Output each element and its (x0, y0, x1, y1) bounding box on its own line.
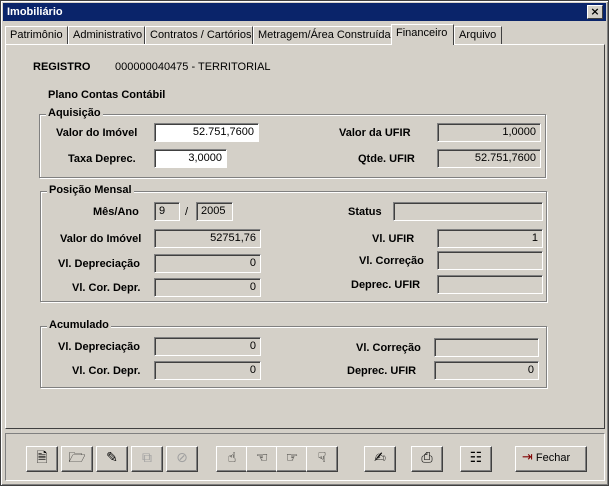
taxa-deprec-field[interactable]: 3,0000 (154, 149, 227, 168)
mes-field: 9 (154, 202, 180, 221)
fechar-button[interactable]: ⇥ Fechar (515, 446, 587, 472)
notes-button[interactable]: ✍ (364, 446, 396, 472)
posicao-valor-imovel-label: Valor do Imóvel (60, 233, 142, 245)
posicao-valor-imovel-field: 52751,76 (154, 229, 261, 248)
acumulado-vl-correcao-field (434, 338, 539, 357)
mes-ano-separator: / (185, 206, 189, 218)
tab-metragem-area[interactable]: Metragem/Área Construída (253, 26, 392, 44)
new-document-icon: 🗎 (36, 450, 48, 466)
edit-icon: ✎ (106, 450, 118, 466)
open-folder-icon: 🗁 (68, 450, 86, 466)
posicao-vl-depreciacao-field: 0 (154, 254, 261, 273)
posicao-vl-correcao-field (437, 251, 543, 270)
posicao-vl-depreciacao-label: Vl. Depreciação (58, 258, 140, 270)
imobiliario-window: Imobiliário × Patrimônio Administrativo … (0, 0, 609, 486)
close-icon: × (590, 5, 600, 18)
tab-administrativo[interactable]: Administrativo (68, 26, 145, 44)
notes-icon: ✍ (374, 450, 386, 466)
vl-ufir-field: 1 (437, 229, 543, 248)
registro-label: REGISTRO (33, 61, 91, 73)
exit-door-icon: ⇥ (522, 450, 533, 465)
qtde-ufir-field: 52.751,7600 (437, 149, 541, 168)
valor-ufir-label: Valor da UFIR (339, 127, 411, 139)
last-record-button[interactable]: ☟ (306, 446, 338, 472)
acumulado-group: Acumulado Vl. Depreciação 0 Vl. Correção… (40, 319, 547, 388)
aquisicao-valor-imovel-field[interactable]: 52.751,7600 (154, 123, 259, 142)
acumulado-vl-depreciacao-label: Vl. Depreciação (58, 341, 140, 353)
delete-button[interactable]: ⊘ (166, 446, 198, 472)
posicao-vl-correcao-label: Vl. Correção (359, 255, 424, 267)
taxa-deprec-label: Taxa Deprec. (68, 153, 136, 165)
fechar-label: Fechar (535, 452, 571, 464)
posicao-deprec-ufir-field (437, 275, 543, 294)
posicao-vl-cor-depr-field: 0 (154, 278, 261, 297)
acumulado-vl-cor-depr-label: Vl. Cor. Depr. (72, 365, 141, 377)
tab-contratos-cartorios[interactable]: Contratos / Cartórios (145, 26, 253, 44)
filter-icon: ☷ (469, 450, 483, 466)
filter-button[interactable]: ☷ (460, 446, 492, 472)
financeiro-panel: REGISTRO 000000040475 - TERRITORIAL Plan… (5, 44, 605, 429)
posicao-mensal-group: Posição Mensal Mês/Ano 9 / 2005 Status V… (40, 184, 547, 302)
next-record-icon: ☞ (285, 450, 299, 466)
aquisicao-title: Aquisição (46, 107, 103, 119)
tab-strip: Patrimônio Administrativo Contratos / Ca… (5, 24, 605, 45)
close-button[interactable]: × (587, 5, 603, 19)
aquisicao-valor-imovel-label: Valor do Imóvel (56, 127, 138, 139)
window-title: Imobiliário (7, 6, 63, 18)
aquisicao-group: Aquisição Valor do Imóvel 52.751,7600 Ta… (39, 107, 546, 178)
title-bar: Imobiliário × (3, 3, 606, 21)
vl-ufir-label: Vl. UFIR (372, 233, 415, 245)
tab-arquivo[interactable]: Arquivo (454, 26, 502, 44)
acumulado-vl-depreciacao-field: 0 (154, 337, 261, 356)
posicao-vl-cor-depr-label: Vl. Cor. Depr. (72, 282, 141, 294)
tab-financeiro[interactable]: Financeiro (391, 24, 454, 45)
acumulado-vl-correcao-label: Vl. Correção (356, 342, 421, 354)
posicao-mensal-title: Posição Mensal (47, 184, 134, 196)
status-field (393, 202, 543, 221)
print-icon: ⎙ (421, 450, 433, 466)
mes-ano-label: Mês/Ano (93, 206, 139, 218)
plano-contas-label: Plano Contas Contábil (48, 89, 166, 101)
tab-patrimonio[interactable]: Patrimônio (5, 26, 68, 44)
acumulado-title: Acumulado (47, 319, 111, 331)
next-record-button[interactable]: ☞ (276, 446, 308, 472)
first-record-button[interactable]: ☝ (216, 446, 248, 472)
copy-icon: ⧉ (142, 450, 152, 466)
print-button[interactable]: ⎙ (411, 446, 443, 472)
qtde-ufir-label: Qtde. UFIR (358, 153, 415, 165)
last-record-icon: ☟ (317, 450, 327, 466)
acumulado-deprec-ufir-label: Deprec. UFIR (347, 365, 417, 377)
copy-button[interactable]: ⧉ (131, 446, 163, 472)
registro-value: 000000040475 - TERRITORIAL (115, 61, 271, 73)
new-button[interactable]: 🗎 (26, 446, 58, 472)
ano-field: 2005 (196, 202, 233, 221)
posicao-deprec-ufir-label: Deprec. UFIR (351, 279, 421, 291)
first-record-icon: ☝ (227, 450, 237, 466)
open-button[interactable]: 🗁 (61, 446, 93, 472)
edit-button[interactable]: ✎ (96, 446, 128, 472)
acumulado-deprec-ufir-field: 0 (434, 361, 539, 380)
previous-record-icon: ☜ (255, 450, 269, 466)
valor-ufir-field: 1,0000 (437, 123, 541, 142)
acumulado-vl-cor-depr-field: 0 (154, 361, 261, 380)
previous-record-button[interactable]: ☜ (246, 446, 278, 472)
status-label: Status (348, 206, 382, 218)
delete-icon: ⊘ (176, 450, 188, 466)
bottom-toolbar: 🗎 🗁 ✎ ⧉ ⊘ ☝ ☜ ☞ ☟ ✍ ⎙ ☷ ⇥ Fechar (5, 433, 605, 481)
